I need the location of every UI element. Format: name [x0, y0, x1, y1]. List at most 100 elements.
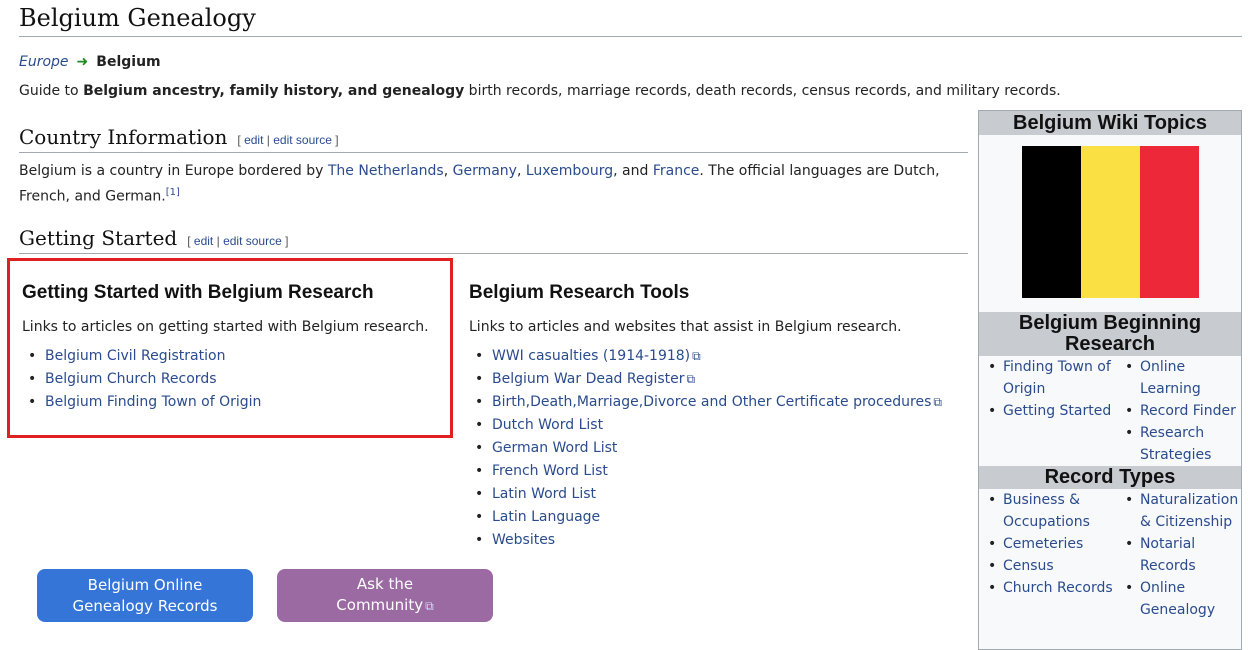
- bracket-close: ]: [331, 133, 339, 147]
- bracket-open: [: [187, 234, 194, 248]
- link-german-word-list[interactable]: German Word List: [492, 440, 617, 456]
- sidebar-item: Census: [979, 555, 1116, 577]
- country-edit-source-link[interactable]: edit source: [273, 133, 332, 147]
- link-luxembourg[interactable]: Luxembourg: [526, 163, 613, 179]
- link-french-word-list[interactable]: French Word List: [492, 463, 608, 479]
- research-tools-column-description: Links to articles and websites that assi…: [469, 319, 902, 335]
- link-belgium-civil-registration[interactable]: Belgium Civil Registration: [45, 348, 225, 364]
- button-label: Genealogy Records: [72, 596, 218, 615]
- sidebar-link-getting-started[interactable]: Getting Started: [1003, 403, 1111, 419]
- getting-started-heading: Getting Started [ edit | edit source ]: [19, 226, 288, 250]
- footnote-link[interactable]: [1]: [166, 187, 180, 198]
- sidebar-item: Church Records: [979, 577, 1116, 599]
- external-link-icon: ⧉: [933, 395, 942, 409]
- title-divider: [19, 36, 1242, 37]
- button-label: Belgium Online: [87, 575, 203, 594]
- breadcrumb: Europe ➜ Belgium: [19, 54, 161, 70]
- sidebar-item: Online Learning: [1116, 356, 1241, 400]
- country-text-part: Belgium is a country in Europe bordered …: [19, 163, 328, 179]
- sidebar-item: Online Genealogy: [1116, 577, 1241, 621]
- breadcrumb-europe-link[interactable]: Europe: [19, 54, 69, 70]
- flag-black-stripe: [1021, 146, 1081, 298]
- list-item: Belgium Finding Town of Origin: [19, 391, 261, 414]
- arrow-right-icon: ➜: [76, 54, 89, 70]
- link-the-netherlands[interactable]: The Netherlands: [328, 163, 444, 179]
- link-belgium-church-records[interactable]: Belgium Church Records: [45, 371, 217, 387]
- wiki-topics-sidebar: Belgium Wiki Topics Belgium Beginning Re…: [978, 110, 1242, 650]
- country-text-part: , and: [613, 163, 653, 179]
- country-description: Belgium is a country in Europe bordered …: [19, 161, 949, 208]
- sidebar-link-finding-town-of-origin[interactable]: Finding Town of Origin: [1003, 359, 1111, 397]
- intro-bold: Belgium ancestry, family history, and ge…: [83, 83, 465, 99]
- getting-started-divider: [19, 253, 968, 254]
- list-item: Birth,Death,Marriage,Divorce and Other C…: [466, 391, 942, 414]
- link-latin-language[interactable]: Latin Language: [492, 509, 600, 525]
- sidebar-item: Naturalization & Citizenship: [1116, 489, 1241, 533]
- sidebar-link-cemeteries[interactable]: Cemeteries: [1003, 536, 1083, 552]
- sidebar-item: Getting Started: [979, 400, 1116, 422]
- sidebar-link-church-records[interactable]: Church Records: [1003, 580, 1113, 596]
- list-item: Belgium War Dead Register⧉: [466, 368, 942, 391]
- breadcrumb-current: Belgium: [96, 54, 161, 70]
- separator: |: [213, 234, 224, 248]
- ask-the-community-button[interactable]: Ask the Community ⧉: [277, 569, 493, 622]
- sidebar-record-types-heading: Record Types: [979, 466, 1241, 489]
- external-link-icon: ⧉: [425, 599, 434, 613]
- sidebar-link-business-occupations[interactable]: Business & Occupations: [1003, 492, 1090, 530]
- country-text-part: ,: [443, 163, 453, 179]
- list-item: Latin Language: [466, 506, 942, 529]
- getting-started-edit-source-link[interactable]: edit source: [223, 234, 282, 248]
- link-germany[interactable]: Germany: [453, 163, 517, 179]
- getting-started-title: Getting Started: [19, 226, 178, 250]
- intro-suffix: birth records, marriage records, death r…: [464, 83, 1061, 99]
- sidebar-link-notarial-records[interactable]: Notarial Records: [1140, 536, 1196, 574]
- online-genealogy-records-button[interactable]: Belgium Online Genealogy Records: [37, 569, 253, 622]
- flag-yellow-stripe: [1080, 146, 1140, 298]
- external-link-icon: ⧉: [692, 349, 701, 363]
- link-dutch-word-list[interactable]: Dutch Word List: [492, 417, 603, 433]
- list-item: Websites: [466, 529, 942, 552]
- getting-started-column-description: Links to articles on getting started wit…: [22, 319, 429, 335]
- link-certificate-procedures[interactable]: Birth,Death,Marriage,Divorce and Other C…: [492, 394, 931, 410]
- country-edit-link[interactable]: edit: [244, 133, 263, 147]
- sidebar-link-census[interactable]: Census: [1003, 558, 1054, 574]
- sidebar-item: Cemeteries: [979, 533, 1116, 555]
- list-item: German Word List: [466, 437, 942, 460]
- getting-started-column-title: Getting Started with Belgium Research: [22, 282, 374, 303]
- sidebar-item: Finding Town of Origin: [979, 356, 1116, 400]
- list-item: Belgium Civil Registration: [19, 345, 261, 368]
- sidebar-link-naturalization-citizenship[interactable]: Naturalization & Citizenship: [1140, 492, 1238, 530]
- separator: |: [263, 133, 274, 147]
- sidebar-item: Business & Occupations: [979, 489, 1116, 533]
- country-divider: [19, 152, 968, 153]
- link-websites[interactable]: Websites: [492, 532, 555, 548]
- link-belgium-finding-town-of-origin[interactable]: Belgium Finding Town of Origin: [45, 394, 261, 410]
- research-tools-column-title: Belgium Research Tools: [469, 282, 690, 303]
- list-item: Latin Word List: [466, 483, 942, 506]
- link-belgium-war-dead-register[interactable]: Belgium War Dead Register: [492, 371, 685, 387]
- page-title: Belgium Genealogy: [19, 4, 256, 32]
- getting-started-edit-link[interactable]: edit: [194, 234, 213, 248]
- getting-started-edit-links: [ edit | edit source ]: [187, 234, 288, 248]
- sidebar-link-research-strategies[interactable]: Research Strategies: [1140, 425, 1212, 463]
- sidebar-link-record-finder[interactable]: Record Finder: [1140, 403, 1236, 419]
- sidebar-record-links: Business & Occupations Cemeteries Census…: [979, 489, 1241, 621]
- list-item: Belgium Church Records: [19, 368, 261, 391]
- link-latin-word-list[interactable]: Latin Word List: [492, 486, 596, 502]
- country-text-part: ,: [516, 163, 526, 179]
- sidebar-link-online-genealogy[interactable]: Online Genealogy: [1140, 580, 1215, 618]
- list-item: WWI casualties (1914-1918)⧉: [466, 345, 942, 368]
- sidebar-link-online-learning[interactable]: Online Learning: [1140, 359, 1201, 397]
- sidebar-beginning-research-heading: Belgium Beginning Research: [979, 312, 1241, 356]
- belgium-flag: [1021, 146, 1199, 298]
- sidebar-beginning-links: Finding Town of Origin Getting Started O…: [979, 356, 1241, 466]
- link-france[interactable]: France: [653, 163, 700, 179]
- link-wwi-casualties[interactable]: WWI casualties (1914-1918): [492, 348, 690, 364]
- external-link-icon: ⧉: [686, 372, 696, 386]
- button-label: Ask the: [356, 575, 414, 593]
- getting-started-link-list: Belgium Civil Registration Belgium Churc…: [19, 345, 261, 414]
- bracket-close: ]: [281, 234, 289, 248]
- sidebar-item: Research Strategies: [1116, 422, 1241, 466]
- country-information-heading: Country Information [ edit | edit source …: [19, 125, 339, 149]
- intro-text: Guide to Belgium ancestry, family histor…: [19, 83, 1061, 99]
